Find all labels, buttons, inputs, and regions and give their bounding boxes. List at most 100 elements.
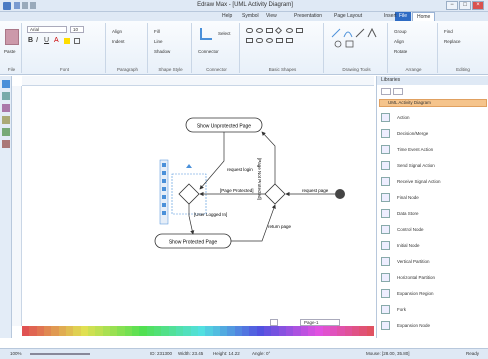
edge-user-logged-in[interactable] bbox=[188, 204, 195, 235]
close-button[interactable]: × bbox=[472, 1, 484, 10]
font-family-select[interactable]: Arial bbox=[27, 26, 67, 33]
italic-button[interactable]: I bbox=[36, 37, 38, 44]
color-swatch[interactable] bbox=[359, 326, 367, 336]
pointer-tool-icon[interactable] bbox=[2, 80, 10, 88]
color-swatch[interactable] bbox=[29, 326, 37, 336]
color-swatch[interactable] bbox=[102, 326, 110, 336]
format-tool-icon[interactable] bbox=[2, 140, 10, 148]
color-swatch[interactable] bbox=[315, 326, 323, 336]
rect-shape-icon[interactable] bbox=[266, 28, 273, 33]
color-swatch[interactable] bbox=[256, 326, 264, 336]
color-swatch[interactable] bbox=[132, 326, 140, 336]
ellipse-shape-icon[interactable] bbox=[256, 28, 263, 33]
color-palette[interactable] bbox=[22, 326, 374, 336]
edge-request-login[interactable] bbox=[199, 132, 225, 190]
color-swatch[interactable] bbox=[73, 326, 81, 336]
edge-return-page[interactable] bbox=[231, 204, 276, 242]
align-button[interactable]: Align bbox=[112, 29, 122, 34]
highlight-icon[interactable] bbox=[64, 38, 70, 44]
library-item[interactable]: Expansion Node bbox=[381, 318, 485, 334]
rect3-shape-icon[interactable] bbox=[276, 38, 283, 43]
paste-icon[interactable] bbox=[5, 29, 19, 45]
tab-help[interactable]: Help bbox=[218, 12, 236, 21]
color-swatch[interactable] bbox=[139, 326, 147, 336]
color-swatch[interactable] bbox=[80, 326, 88, 336]
minimize-button[interactable]: − bbox=[446, 1, 458, 10]
initial-node[interactable] bbox=[335, 189, 345, 199]
color-swatch[interactable] bbox=[212, 326, 220, 336]
color-swatch[interactable] bbox=[293, 326, 301, 336]
library-item[interactable]: Final Node bbox=[381, 190, 485, 206]
connector-tool-icon[interactable] bbox=[2, 104, 10, 112]
color-swatch[interactable] bbox=[337, 326, 345, 336]
border-icon[interactable] bbox=[74, 38, 80, 44]
color-swatch[interactable] bbox=[88, 326, 96, 336]
color-swatch[interactable] bbox=[110, 326, 118, 336]
rect4-shape-icon[interactable] bbox=[286, 38, 293, 43]
library-add-icon[interactable] bbox=[381, 88, 391, 95]
library-search-icon[interactable] bbox=[393, 88, 403, 95]
library-item[interactable]: Receive Signal Action bbox=[381, 174, 485, 190]
paste-label[interactable]: Paste bbox=[4, 49, 16, 54]
color-swatch[interactable] bbox=[190, 326, 198, 336]
show-unprotected-page-node[interactable]: Show Unprotected Page bbox=[185, 117, 263, 133]
maximize-button[interactable]: □ bbox=[459, 1, 471, 10]
library-item[interactable]: Horizontal Partition bbox=[381, 270, 485, 286]
library-item[interactable]: Initial Node bbox=[381, 238, 485, 254]
underline-button[interactable]: U bbox=[44, 37, 49, 44]
redo-icon[interactable] bbox=[30, 2, 36, 9]
color-swatch[interactable] bbox=[161, 326, 169, 336]
color-swatch[interactable] bbox=[205, 326, 213, 336]
library-item[interactable]: Decision/Merge bbox=[381, 126, 485, 142]
color-swatch[interactable] bbox=[344, 326, 352, 336]
color-swatch[interactable] bbox=[146, 326, 154, 336]
drawing-canvas[interactable]: Show Unprotected Page Show Protected Pag… bbox=[22, 86, 374, 318]
color-swatch[interactable] bbox=[58, 326, 66, 336]
replace-button[interactable]: Replace bbox=[444, 39, 461, 44]
right-decision-node[interactable] bbox=[264, 183, 286, 205]
color-swatch[interactable] bbox=[249, 326, 257, 336]
color-swatch[interactable] bbox=[154, 326, 162, 336]
edge-page-not-protected[interactable] bbox=[261, 131, 276, 184]
color-swatch[interactable] bbox=[300, 326, 308, 336]
rotate-button[interactable]: Rotate bbox=[394, 49, 407, 54]
text-tool-icon[interactable] bbox=[2, 92, 10, 100]
color-swatch[interactable] bbox=[124, 326, 132, 336]
line-button[interactable]: Line bbox=[154, 39, 163, 44]
color-swatch[interactable] bbox=[234, 326, 242, 336]
drawing-tools-icons[interactable] bbox=[330, 27, 384, 49]
show-protected-page-node[interactable]: Show Protected Page bbox=[154, 233, 232, 249]
tab-view[interactable]: View bbox=[262, 12, 281, 21]
rect2-shape-icon[interactable] bbox=[246, 38, 253, 43]
color-swatch[interactable] bbox=[352, 326, 360, 336]
color-swatch[interactable] bbox=[308, 326, 316, 336]
library-item[interactable]: Action bbox=[381, 110, 485, 126]
color-swatch[interactable] bbox=[220, 326, 228, 336]
color-swatch[interactable] bbox=[271, 326, 279, 336]
library-item[interactable]: Vertical Partition bbox=[381, 254, 485, 270]
tab-page-layout[interactable]: Page Layout bbox=[330, 12, 366, 21]
library-item[interactable]: Time Event Action bbox=[381, 142, 485, 158]
color-swatch[interactable] bbox=[36, 326, 44, 336]
group-button[interactable]: Group bbox=[394, 29, 407, 34]
library-item[interactable]: Send Signal Action bbox=[381, 158, 485, 174]
tab-home[interactable]: Home bbox=[412, 12, 436, 21]
color-swatch[interactable] bbox=[242, 326, 250, 336]
color-swatch[interactable] bbox=[51, 326, 59, 336]
library-item[interactable]: Data Store bbox=[381, 206, 485, 222]
color-swatch[interactable] bbox=[264, 326, 272, 336]
page-tab-1[interactable]: Page-1 bbox=[300, 319, 340, 326]
fill-button[interactable]: Fill bbox=[154, 29, 160, 34]
color-swatch[interactable] bbox=[198, 326, 206, 336]
library-item[interactable]: Fork bbox=[381, 302, 485, 318]
find-button[interactable]: Find bbox=[444, 29, 453, 34]
color-swatch[interactable] bbox=[117, 326, 125, 336]
color-swatch[interactable] bbox=[22, 326, 30, 336]
tab-insert[interactable]: Insert bbox=[380, 12, 401, 21]
color-swatch[interactable] bbox=[95, 326, 103, 336]
font-size-select[interactable]: 10 bbox=[70, 26, 84, 33]
color-swatch[interactable] bbox=[278, 326, 286, 336]
zoom-tool-icon[interactable] bbox=[2, 128, 10, 136]
indent-button[interactable]: Indent bbox=[112, 39, 125, 44]
tab-symbol[interactable]: Symbol bbox=[238, 12, 263, 21]
